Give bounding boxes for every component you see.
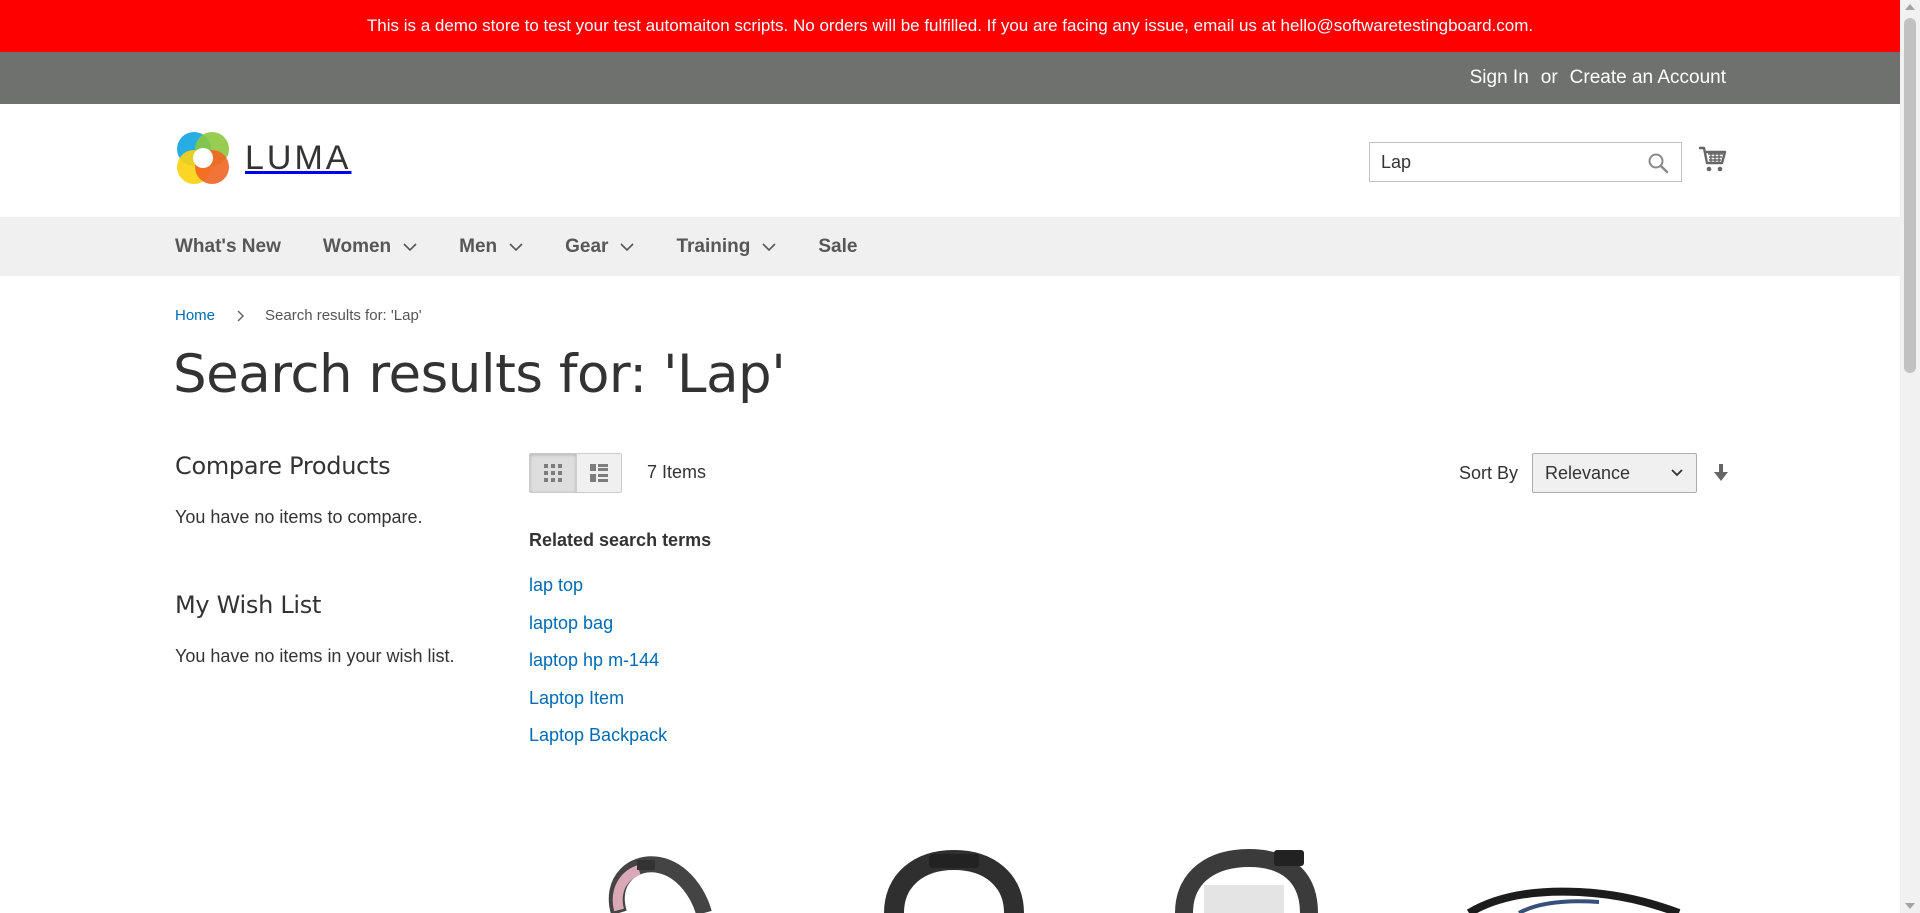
create-account-link[interactable]: Create an Account [1570,67,1726,89]
nav-item-label: Gear [565,235,609,257]
nav-item-label: Training [676,235,751,257]
scroll-down-arrow-icon[interactable] [1905,903,1915,909]
product-image[interactable] [1164,840,1324,913]
search-box [1369,142,1682,182]
compare-title: Compare Products [175,452,391,480]
related-title: Related search terms [529,530,712,550]
related-search-terms: Related search terms lap top laptop bag la… [529,530,711,755]
related-term-link[interactable]: Laptop Item [529,680,711,718]
sort-direction-icon[interactable] [1713,463,1729,483]
cart-icon[interactable] [1697,144,1727,174]
chevron-right-icon [237,309,245,322]
nav-item-training[interactable]: Training [676,236,776,258]
product-image[interactable] [589,840,729,913]
product-image[interactable] [1459,840,1689,913]
nav-item-label: Men [459,235,498,257]
chevron-down-icon [509,242,523,251]
product-grid [529,840,1729,913]
related-term-link[interactable]: laptop bag [529,605,711,643]
sign-in-link[interactable]: Sign In [1470,67,1529,89]
luma-logo-icon [175,130,231,186]
nav-item-gear[interactable]: Gear [565,235,635,258]
wishlist-block: My Wish List You have no items in your w… [175,591,495,667]
wishlist-empty-text: You have no items in your wish list. [175,646,455,666]
nav-item-label: What's New [175,235,281,257]
wishlist-title: My Wish List [175,591,322,619]
product-image[interactable] [879,840,1029,913]
nav-item-label: Sale [818,235,858,257]
nav-item-men[interactable]: Men [459,236,523,258]
logo[interactable]: LUMA [175,130,351,186]
search-icon[interactable] [1647,152,1669,174]
demo-notice-bar: This is a demo store to test your test a… [0,0,1900,52]
chevron-down-icon [762,242,776,251]
scroll-thumb[interactable] [1904,18,1916,373]
products-toolbar: 7 Items Sort By Relevance [529,453,1729,493]
chevron-down-icon [1671,469,1683,477]
view-modes [529,453,622,493]
related-term-link[interactable]: lap top [529,567,711,605]
nav-item-sale[interactable]: Sale [818,236,857,258]
logo-text: LUMA [245,138,352,177]
sidebar: Compare Products You have no items to co… [175,452,495,667]
sort-value: Relevance [1545,462,1631,483]
or-separator: or [1540,67,1558,88]
related-term-link[interactable]: laptop hp m-144 [529,642,711,680]
breadcrumb: Home Search results for: 'Lap' [175,307,422,324]
related-term-link[interactable]: Laptop Backpack [529,717,711,755]
search-input[interactable] [1370,143,1640,181]
list-view-button[interactable] [575,454,621,492]
nav-item-women[interactable]: Women [323,236,417,258]
breadcrumb-home-link[interactable]: Home [175,307,215,324]
demo-notice-text: This is a demo store to test your test a… [366,16,1534,35]
nav-item-label: Women [322,235,392,257]
chevron-down-icon [620,242,635,251]
page: This is a demo store to test your test a… [0,0,1900,913]
grid-view-button[interactable] [530,454,576,492]
compare-empty-text: You have no items to compare. [175,507,423,527]
header-links: Sign In or Create an Account [1470,52,1726,104]
sort-select[interactable]: Relevance [1532,453,1697,493]
nav-item-what-s-new[interactable]: What's New [175,236,281,258]
grid-icon [543,464,562,482]
chevron-down-icon [403,242,417,251]
vertical-scrollbar[interactable] [1900,0,1920,913]
sorter: Sort By Relevance [1459,453,1729,493]
compare-block: Compare Products You have no items to co… [175,452,495,528]
page-title: Search results for: 'Lap' [173,344,786,405]
list-icon [589,464,608,482]
breadcrumb-current: Search results for: 'Lap' [265,307,422,324]
item-count: 7 Items [647,462,707,482]
sort-label: Sort By [1458,462,1518,483]
scroll-up-arrow-icon[interactable] [1905,4,1915,10]
main-nav: What's New Women Men Gear Training Sale [0,217,1900,276]
